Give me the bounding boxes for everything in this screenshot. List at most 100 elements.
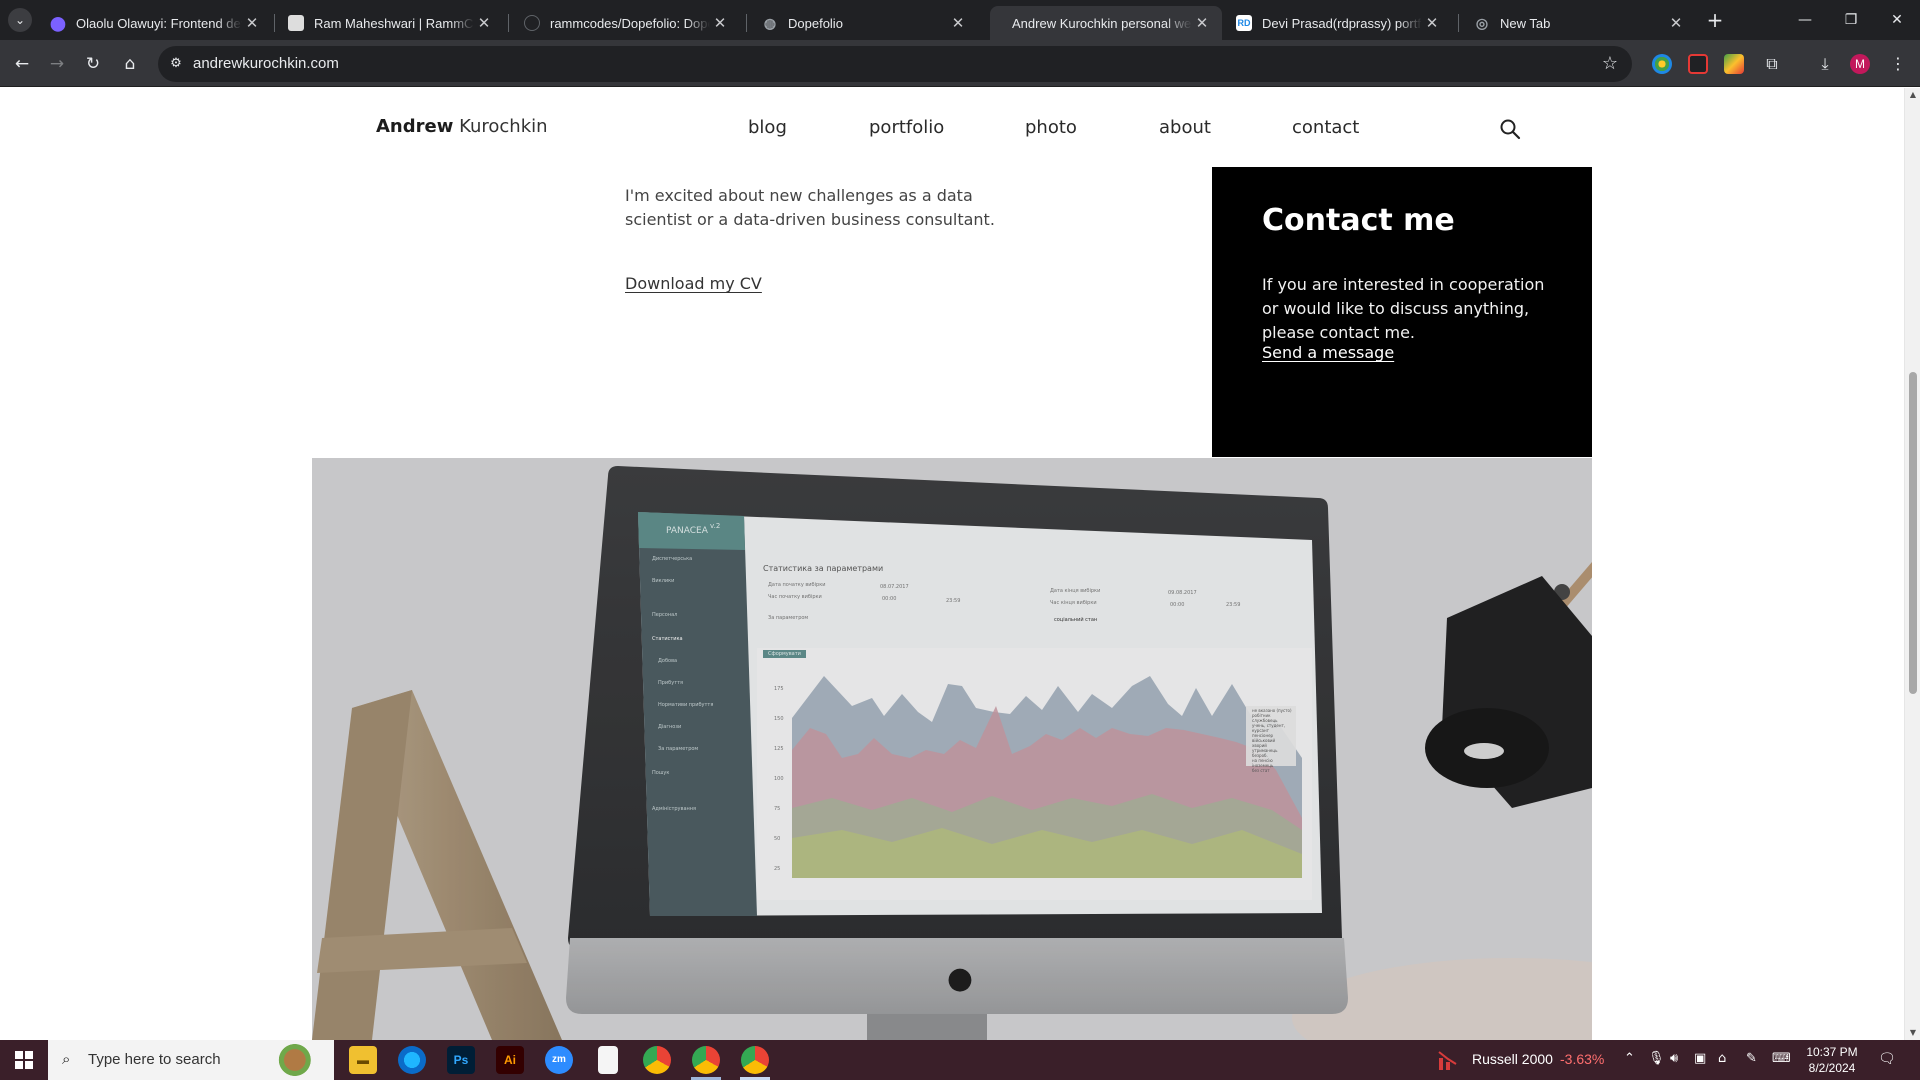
brand-first-name: Andrew	[376, 116, 454, 137]
browser-tab-1[interactable]: ⬤ Olaolu Olawuyi: Frontend deve ✕	[38, 6, 272, 40]
github-icon	[524, 15, 540, 31]
hero-photo: ● PANACEA v.2 Статистика за параметрами	[312, 458, 1592, 1040]
page-scrollbar[interactable]: ▲ ▼	[1904, 88, 1920, 1040]
close-icon[interactable]: ✕	[1666, 14, 1686, 32]
bookmark-star-icon[interactable]: ☆	[1602, 53, 1618, 74]
extension-red-icon[interactable]	[1688, 54, 1708, 74]
close-icon[interactable]: ✕	[242, 14, 262, 32]
scroll-up-arrow-icon[interactable]: ▲	[1905, 88, 1920, 102]
tab-title: Ram Maheshwari | RammCodes	[314, 15, 474, 31]
scroll-down-arrow-icon[interactable]: ▼	[1905, 1026, 1920, 1040]
nav-link-contact[interactable]: contact	[1292, 117, 1359, 138]
browser-tab-6[interactable]: RD Devi Prasad(rdprassy) portfolio ✕	[1224, 6, 1452, 40]
search-icon: ⌕	[62, 1050, 71, 1068]
notepad-icon[interactable]	[598, 1046, 618, 1074]
nav-link-portfolio[interactable]: portfolio	[869, 117, 944, 138]
file-explorer-icon[interactable]: ▬	[349, 1046, 377, 1074]
close-icon[interactable]: ✕	[948, 14, 968, 32]
browser-tab-3[interactable]: rammcodes/Dopefolio: Dopefo ✕	[512, 6, 740, 40]
taskbar-search-box[interactable]: ⌕ Type here to search	[48, 1040, 334, 1080]
tab-search-button[interactable]: ⌄	[8, 8, 32, 32]
web-page: Andrew Kurochkin blog portfolio photo ab…	[0, 88, 1904, 1040]
new-tab-button[interactable]: +	[1702, 8, 1728, 34]
chrome-icon[interactable]	[643, 1046, 671, 1074]
clock-time: 10:37 PM	[1806, 1045, 1858, 1059]
browser-tab-7[interactable]: ◎ New Tab ✕	[1462, 6, 1696, 40]
minimize-button[interactable]: —	[1782, 0, 1828, 40]
search-icon[interactable]	[1499, 118, 1521, 140]
tab-separator	[274, 14, 275, 32]
illustrator-icon[interactable]: Ai	[496, 1046, 524, 1074]
download-cv-link[interactable]: Download my CV	[625, 274, 762, 293]
home-button[interactable]: ⌂	[116, 50, 144, 78]
close-icon[interactable]: ✕	[474, 14, 494, 32]
meet-now-icon[interactable]: ▣	[1694, 1051, 1706, 1066]
downloads-icon[interactable]: ⤓	[1813, 52, 1837, 76]
show-hidden-icons-chevron-icon[interactable]: ⌃	[1624, 1051, 1635, 1066]
extension-color-icon[interactable]	[1652, 54, 1672, 74]
stock-ticker-change[interactable]: -3.63%	[1560, 1051, 1604, 1067]
extension-drive-icon[interactable]	[1724, 54, 1744, 74]
scrollbar-thumb[interactable]	[1909, 372, 1917, 694]
chrome-profile-icon[interactable]	[692, 1046, 720, 1074]
send-message-link[interactable]: Send a message	[1262, 343, 1394, 362]
extensions-puzzle-icon[interactable]: ⧉	[1760, 52, 1784, 76]
nav-link-about[interactable]: about	[1159, 117, 1211, 138]
brand-last-name: Kurochkin	[459, 116, 548, 137]
hero-photo-overlay	[312, 458, 1592, 1040]
close-icon[interactable]: ✕	[1192, 14, 1212, 32]
contact-heading: Contact me	[1262, 203, 1455, 238]
forward-button[interactable]: →	[43, 50, 71, 78]
stock-down-icon[interactable]	[1438, 1050, 1458, 1070]
tab-separator	[746, 14, 747, 32]
location-pin-icon: ⬤	[50, 14, 66, 31]
keyboard-icon[interactable]: ⌨	[1772, 1051, 1791, 1066]
photoshop-icon[interactable]: Ps	[447, 1046, 475, 1074]
profile-avatar[interactable]: M	[1850, 54, 1870, 74]
speaker-icon[interactable]: 🔊︎	[1670, 1051, 1678, 1066]
site-info-icon[interactable]: ⚙	[166, 54, 186, 74]
chrome-icon: ◎	[1475, 14, 1489, 31]
windows-start-button[interactable]	[0, 1040, 48, 1080]
tab-separator	[508, 14, 509, 32]
back-button[interactable]: ←	[8, 50, 36, 78]
taskbar-clock[interactable]: 10:37 PM 8/2/2024	[1800, 1044, 1864, 1076]
network-icon[interactable]: ⌂	[1718, 1051, 1726, 1066]
tab-title: Olaolu Olawuyi: Frontend deve	[76, 15, 242, 31]
tab-title: Devi Prasad(rdprassy) portfolio	[1262, 15, 1422, 31]
browser-tab-2[interactable]: Ram Maheshwari | RammCodes ✕	[276, 6, 504, 40]
stock-ticker-name[interactable]: Russell 2000	[1472, 1051, 1553, 1067]
clock-date: 8/2/2024	[1808, 1061, 1856, 1075]
url-text[interactable]: andrewkurochkin.com	[193, 55, 339, 72]
edge-icon[interactable]	[398, 1046, 426, 1074]
browser-toolbar: ← → ↻ ⌂ ⚙ andrewkurochkin.com ☆ ⧉ ⤓ M ⋮	[0, 40, 1920, 87]
rd-logo-icon: RD	[1236, 15, 1252, 31]
tab-title: New Tab	[1500, 15, 1551, 31]
nav-link-blog[interactable]: blog	[748, 117, 787, 138]
close-icon[interactable]: ✕	[710, 14, 730, 32]
nav-link-photo[interactable]: photo	[1025, 117, 1077, 138]
taskbar-search-placeholder: Type here to search	[88, 1051, 221, 1068]
windows-logo-icon	[15, 1051, 33, 1069]
browser-tab-4[interactable]: ◍ Dopefolio ✕	[750, 6, 978, 40]
browser-tab-5-active[interactable]: Andrew Kurochkin personal we ✕	[990, 6, 1222, 40]
contact-card: Contact me If you are interested in coop…	[1212, 167, 1592, 457]
microphone-icon[interactable]: 🎙︎	[1648, 1051, 1665, 1066]
zoom-icon[interactable]: zm	[545, 1046, 573, 1074]
close-window-button[interactable]: ✕	[1874, 0, 1920, 40]
site-logo[interactable]: Andrew Kurochkin	[376, 116, 548, 137]
notification-center-icon[interactable]: 🗨︎	[1878, 1051, 1896, 1067]
close-icon[interactable]: ✕	[1422, 14, 1442, 32]
reload-button[interactable]: ↻	[79, 50, 107, 78]
intro-text: I'm excited about new challenges as a da…	[625, 186, 995, 229]
browser-tab-strip: ⌄ ⬤ Olaolu Olawuyi: Frontend deve ✕ Ram …	[0, 0, 1920, 40]
chrome-active-icon[interactable]	[741, 1046, 769, 1074]
person-photo-icon	[288, 15, 304, 31]
menu-kebab-icon[interactable]: ⋮	[1886, 52, 1910, 76]
address-bar[interactable]: ⚙ andrewkurochkin.com ☆	[158, 46, 1632, 82]
contact-description: If you are interested in cooperation or …	[1262, 275, 1545, 342]
tab-title: Andrew Kurochkin personal we	[1012, 15, 1192, 31]
tab-title: rammcodes/Dopefolio: Dopefo	[550, 15, 710, 31]
pen-icon[interactable]: ✎	[1746, 1051, 1757, 1066]
restore-button[interactable]: ❐	[1828, 0, 1874, 40]
